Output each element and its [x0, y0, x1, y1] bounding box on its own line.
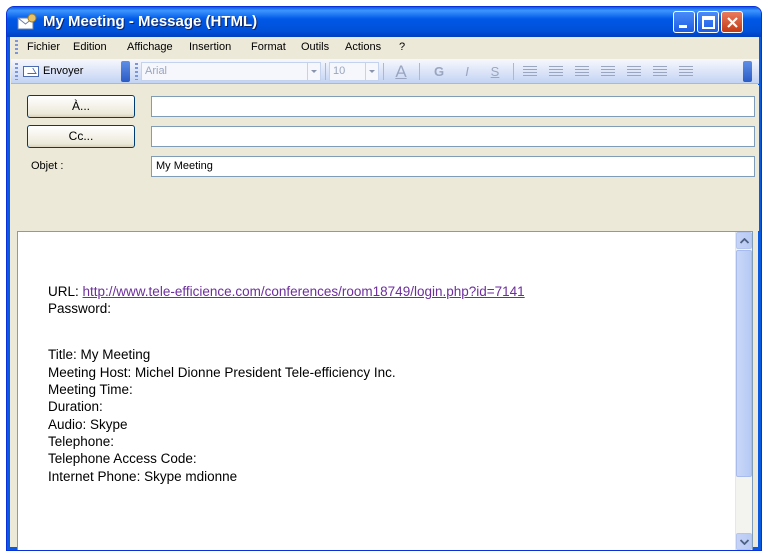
font-size-value: 10 [333, 65, 346, 77]
menu-grip[interactable] [15, 40, 18, 56]
chevron-down-icon [307, 63, 320, 80]
toolbar-options-button[interactable] [121, 61, 130, 82]
format-toolbar-grip[interactable] [135, 63, 138, 80]
toolbar-grip[interactable] [15, 63, 18, 80]
numbering-icon[interactable] [627, 66, 641, 77]
font-value: Arial [145, 65, 168, 77]
to-field[interactable] [151, 96, 755, 117]
menu-outils[interactable]: Outils [301, 41, 329, 53]
body-line-title: Title: My Meeting [48, 347, 151, 362]
body-line-time: Meeting Time: [48, 382, 133, 397]
format-toolbar-options-button[interactable] [743, 61, 752, 82]
chevron-up-icon [740, 238, 749, 244]
body-line-audio: Audio: Skype [48, 417, 128, 432]
align-left-icon[interactable] [523, 66, 537, 77]
maximize-icon [702, 16, 715, 29]
increase-indent-icon[interactable] [679, 66, 693, 77]
cc-field[interactable] [151, 126, 755, 147]
underline-button[interactable]: S [485, 62, 505, 81]
meeting-link[interactable]: http://www.tele-efficience.com/conferenc… [83, 284, 525, 299]
body-line-access-code: Telephone Access Code: [48, 451, 197, 466]
send-label: Envoyer [43, 65, 84, 77]
title-bar[interactable]: My Meeting - Message (HTML) [7, 7, 761, 37]
toolbar-separator [419, 63, 420, 80]
minimize-button[interactable] [673, 11, 695, 33]
menu-format[interactable]: Format [251, 41, 286, 53]
decrease-indent-icon[interactable] [653, 66, 667, 77]
bold-button[interactable]: G [429, 62, 449, 81]
toolbar-separator [513, 63, 514, 80]
message-body[interactable]: URL: http://www.tele-efficience.com/conf… [17, 231, 753, 550]
cc-button[interactable]: Cc... [27, 125, 135, 148]
scroll-up-button[interactable] [736, 232, 752, 249]
font-color-button[interactable]: A [389, 62, 413, 81]
menu-actions[interactable]: Actions [345, 41, 381, 53]
menu-edition[interactable]: Edition [73, 41, 107, 53]
window-title: My Meeting - Message (HTML) [43, 13, 258, 30]
body-line-internet-phone: Internet Phone: Skype mdionne [48, 469, 238, 484]
toolbar-separator [383, 63, 384, 80]
font-combo[interactable]: Arial [141, 62, 321, 81]
envelope-icon [17, 13, 37, 30]
url-label: URL: [48, 284, 79, 299]
send-button[interactable]: Envoyer [21, 62, 117, 81]
body-line-telephone: Telephone: [48, 434, 115, 449]
send-icon [23, 66, 39, 77]
align-right-icon[interactable] [575, 66, 589, 77]
menu-bar: Fichier Edition Affichage Insertion Form… [11, 37, 759, 59]
body-line-duration: Duration: [48, 399, 103, 414]
toolbar: Envoyer Arial 10 A G I S [11, 59, 759, 84]
font-size-combo[interactable]: 10 [329, 62, 379, 81]
subject-field[interactable]: My Meeting [151, 156, 755, 177]
minimize-icon [679, 25, 687, 28]
align-center-icon[interactable] [549, 66, 563, 77]
subject-label: Objet : [31, 160, 64, 172]
close-button[interactable] [721, 11, 743, 33]
italic-button[interactable]: I [457, 62, 477, 81]
to-button[interactable]: À... [27, 95, 135, 118]
body-line-host: Meeting Host: Michel Dionne President Te… [48, 365, 396, 380]
menu-insertion[interactable]: Insertion [189, 41, 231, 53]
chevron-down-icon [740, 539, 749, 545]
toolbar-separator [325, 63, 326, 80]
scroll-down-button[interactable] [736, 533, 752, 550]
menu-affichage[interactable]: Affichage [127, 41, 173, 53]
close-icon [727, 17, 738, 28]
menu-help[interactable]: ? [399, 41, 405, 53]
maximize-button[interactable] [697, 11, 719, 33]
vertical-scrollbar[interactable] [735, 232, 752, 550]
bullets-icon[interactable] [601, 66, 615, 77]
message-window: My Meeting - Message (HTML) Fichier Edit… [6, 6, 762, 551]
body-line-password: Password: [48, 301, 112, 316]
url-line: URL: http://www.tele-efficience.com/conf… [48, 284, 525, 300]
chevron-down-icon [365, 63, 378, 80]
scroll-thumb[interactable] [736, 250, 752, 477]
menu-fichier[interactable]: Fichier [27, 41, 60, 53]
message-header-form: À... Cc... Objet : My Meeting [11, 85, 759, 231]
